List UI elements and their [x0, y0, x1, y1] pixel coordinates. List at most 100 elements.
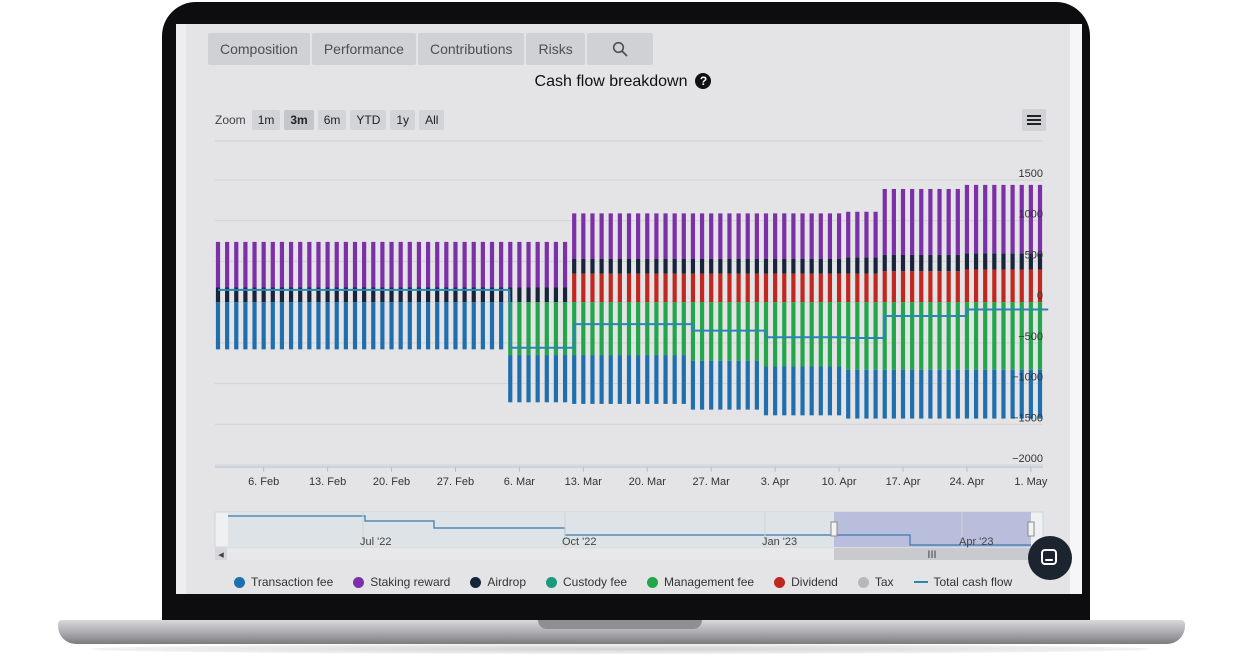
chart-legend: Transaction fee Staking reward Airdrop C… — [234, 575, 1012, 589]
legend-item-transaction-fee[interactable]: Transaction fee — [234, 575, 333, 589]
bar-transaction-fee — [846, 369, 851, 419]
x-tick-label: 6. Feb — [248, 476, 279, 488]
bar-airdrop — [973, 253, 979, 270]
bar-staking-reward — [836, 213, 842, 259]
bar-management-fee — [891, 302, 896, 370]
bar-airdrop — [544, 287, 549, 303]
bar-transaction-fee — [526, 355, 531, 403]
scroll-grip-icon: III — [927, 549, 936, 561]
legend-item-custody-fee[interactable]: Custody fee — [546, 575, 627, 589]
legend-item-tax[interactable]: Tax — [857, 575, 894, 589]
bar-airdrop — [910, 254, 915, 272]
bar-dividend — [1028, 269, 1033, 303]
bar-transaction-fee — [727, 360, 732, 410]
bar-management-fee — [782, 302, 787, 367]
bar-transaction-fee — [626, 355, 632, 404]
bar-transaction-fee — [508, 355, 513, 403]
bar-transaction-fee — [983, 369, 988, 419]
bar-transaction-fee — [544, 355, 549, 403]
bar-transaction-fee — [718, 360, 723, 410]
bar-transaction-fee — [298, 302, 303, 350]
legend-marker — [647, 576, 659, 588]
bar-management-fee — [681, 302, 686, 356]
bar-staking-reward — [690, 213, 696, 259]
bar-staking-reward — [827, 213, 833, 259]
bar-transaction-fee — [215, 302, 221, 350]
legend-label: Total cash flow — [933, 575, 1013, 589]
bar-dividend — [827, 273, 833, 303]
bar-airdrop — [919, 254, 924, 272]
y-tick-label: 1500 — [1019, 168, 1043, 180]
legend-marker — [470, 576, 482, 588]
bar-airdrop — [636, 258, 641, 274]
bar-management-fee — [955, 302, 960, 370]
legend-item-airdrop[interactable]: Airdrop — [470, 575, 526, 589]
bar-airdrop — [626, 258, 632, 274]
bar-staking-reward — [499, 241, 504, 288]
bar-staking-reward — [453, 241, 458, 288]
bar-transaction-fee — [763, 366, 769, 416]
bar-dividend — [964, 269, 970, 303]
bar-dividend — [763, 273, 769, 303]
bar-transaction-fee — [690, 360, 696, 410]
bar-management-fee — [608, 302, 613, 356]
bar-staking-reward — [882, 188, 887, 255]
bar-transaction-fee — [517, 355, 522, 403]
bar-staking-reward — [325, 241, 330, 288]
legend-item-management-fee[interactable]: Management fee — [647, 575, 754, 589]
bar-airdrop — [608, 258, 613, 274]
bar-transaction-fee — [910, 369, 915, 419]
chat-launcher-button[interactable] — [1028, 536, 1072, 580]
bar-dividend — [910, 271, 915, 303]
bar-transaction-fee — [362, 302, 367, 350]
bar-airdrop — [946, 254, 951, 272]
bar-management-fee — [581, 302, 586, 356]
bar-airdrop — [754, 258, 759, 274]
bar-staking-reward — [973, 184, 979, 254]
navigator[interactable]: Jul '22 Oct '22 Jan '23 Apr '23 ◂ III — [214, 511, 1044, 561]
bar-staking-reward — [590, 213, 595, 259]
bar-staking-reward — [508, 241, 513, 288]
bar-staking-reward — [983, 184, 988, 254]
scroll-left-arrow-icon: ◂ — [218, 549, 224, 561]
bar-dividend — [617, 273, 622, 303]
legend-item-staking-reward[interactable]: Staking reward — [353, 575, 450, 589]
bar-staking-reward — [572, 213, 577, 259]
bar-staking-reward — [791, 213, 796, 259]
bar-staking-reward — [1001, 184, 1006, 254]
bar-dividend — [946, 271, 951, 303]
chat-icon — [1041, 549, 1057, 565]
bar-staking-reward — [371, 241, 376, 288]
legend-item-total-cash-flow[interactable]: Total cash flow — [913, 575, 1013, 589]
legend-label: Dividend — [791, 575, 838, 589]
bar-dividend — [672, 273, 677, 303]
x-tick-label: 27. Feb — [437, 476, 474, 488]
legend-item-dividend[interactable]: Dividend — [774, 575, 838, 589]
bar-airdrop — [745, 258, 750, 274]
y-tick-label: −2000 — [1012, 453, 1043, 465]
bar-staking-reward — [480, 241, 485, 288]
bar-dividend — [663, 273, 668, 303]
bar-management-fee — [636, 302, 641, 356]
bar-dividend — [590, 273, 595, 303]
bar-staking-reward — [855, 211, 860, 258]
x-tick-label: 10. Apr — [822, 476, 857, 488]
bar-management-fee — [928, 302, 933, 370]
bar-airdrop — [773, 258, 778, 274]
bar-transaction-fee — [864, 369, 869, 419]
bar-transaction-fee — [754, 360, 759, 410]
bar-staking-reward — [435, 241, 440, 288]
bar-dividend — [855, 273, 860, 303]
bar-management-fee — [846, 302, 851, 370]
bar-dividend — [864, 273, 869, 303]
x-tick-label: 13. Mar — [565, 476, 603, 488]
bar-staking-reward — [288, 241, 294, 288]
bar-airdrop — [900, 254, 906, 272]
bar-transaction-fee — [709, 360, 714, 410]
bar-staking-reward — [727, 213, 732, 259]
bar-staking-reward — [873, 211, 878, 258]
bar-transaction-fee — [444, 302, 449, 350]
bar-management-fee — [937, 302, 942, 370]
bar-transaction-fee — [425, 302, 431, 350]
navigator-selected-range — [834, 512, 1031, 547]
